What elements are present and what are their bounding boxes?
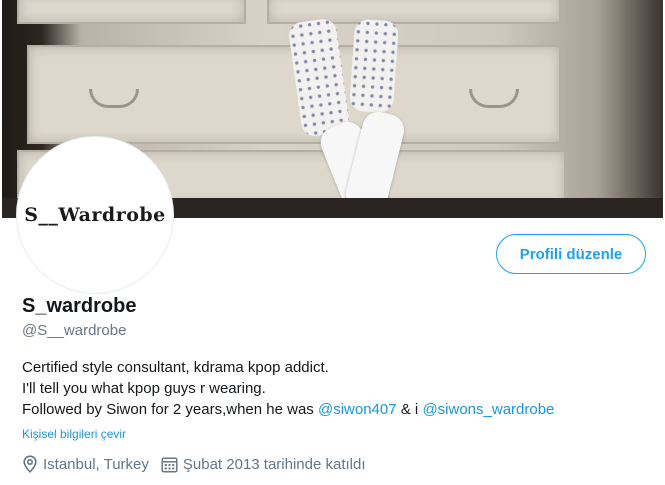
mention-link-siwons-wardrobe[interactable]: @siwons_wardrobe bbox=[422, 401, 554, 418]
profile-name: S_wardrobe bbox=[22, 295, 137, 317]
calendar-icon bbox=[161, 456, 178, 473]
banner-drawer-handle bbox=[89, 89, 139, 108]
profile-avatar[interactable]: S__Wardrobe bbox=[17, 137, 173, 293]
bio-text: Followed by Siwon for 2 years,when he wa… bbox=[22, 401, 318, 418]
translate-bio-link[interactable]: Kişisel bilgileri çevir bbox=[22, 427, 126, 441]
banner-drawer-handle bbox=[469, 89, 519, 108]
profile-location: Istanbul, Turkey bbox=[22, 455, 149, 473]
banner-leg-right bbox=[348, 18, 400, 114]
mention-link-siwon407[interactable]: @siwon407 bbox=[318, 401, 397, 418]
profile-handle: @S__wardrobe bbox=[22, 322, 127, 339]
edit-profile-button[interactable]: Profili düzenle bbox=[496, 234, 646, 274]
bio-line: I'll tell you what kpop guys r wearing. bbox=[22, 380, 266, 397]
bio-line: Certified style consultant, kdrama kpop … bbox=[22, 359, 329, 376]
profile-bio: Certified style consultant, kdrama kpop … bbox=[22, 357, 554, 420]
bio-line: Followed by Siwon for 2 years,when he wa… bbox=[22, 399, 554, 420]
location-text: Istanbul, Turkey bbox=[43, 455, 149, 473]
banner-drawer-top bbox=[17, 0, 246, 24]
profile-join-date: Şubat 2013 tarihinde katıldı bbox=[161, 456, 366, 473]
location-pin-icon bbox=[23, 455, 37, 473]
profile-page: S__Wardrobe Profili düzenle S_wardrobe @… bbox=[0, 0, 665, 485]
profile-meta: Istanbul, Turkey Şubat 2013 tarihinde ka… bbox=[22, 455, 378, 473]
bio-text: & i bbox=[396, 401, 423, 418]
join-date-text: Şubat 2013 tarihinde katıldı bbox=[182, 455, 366, 473]
avatar-logo-text: S__Wardrobe bbox=[24, 204, 166, 226]
